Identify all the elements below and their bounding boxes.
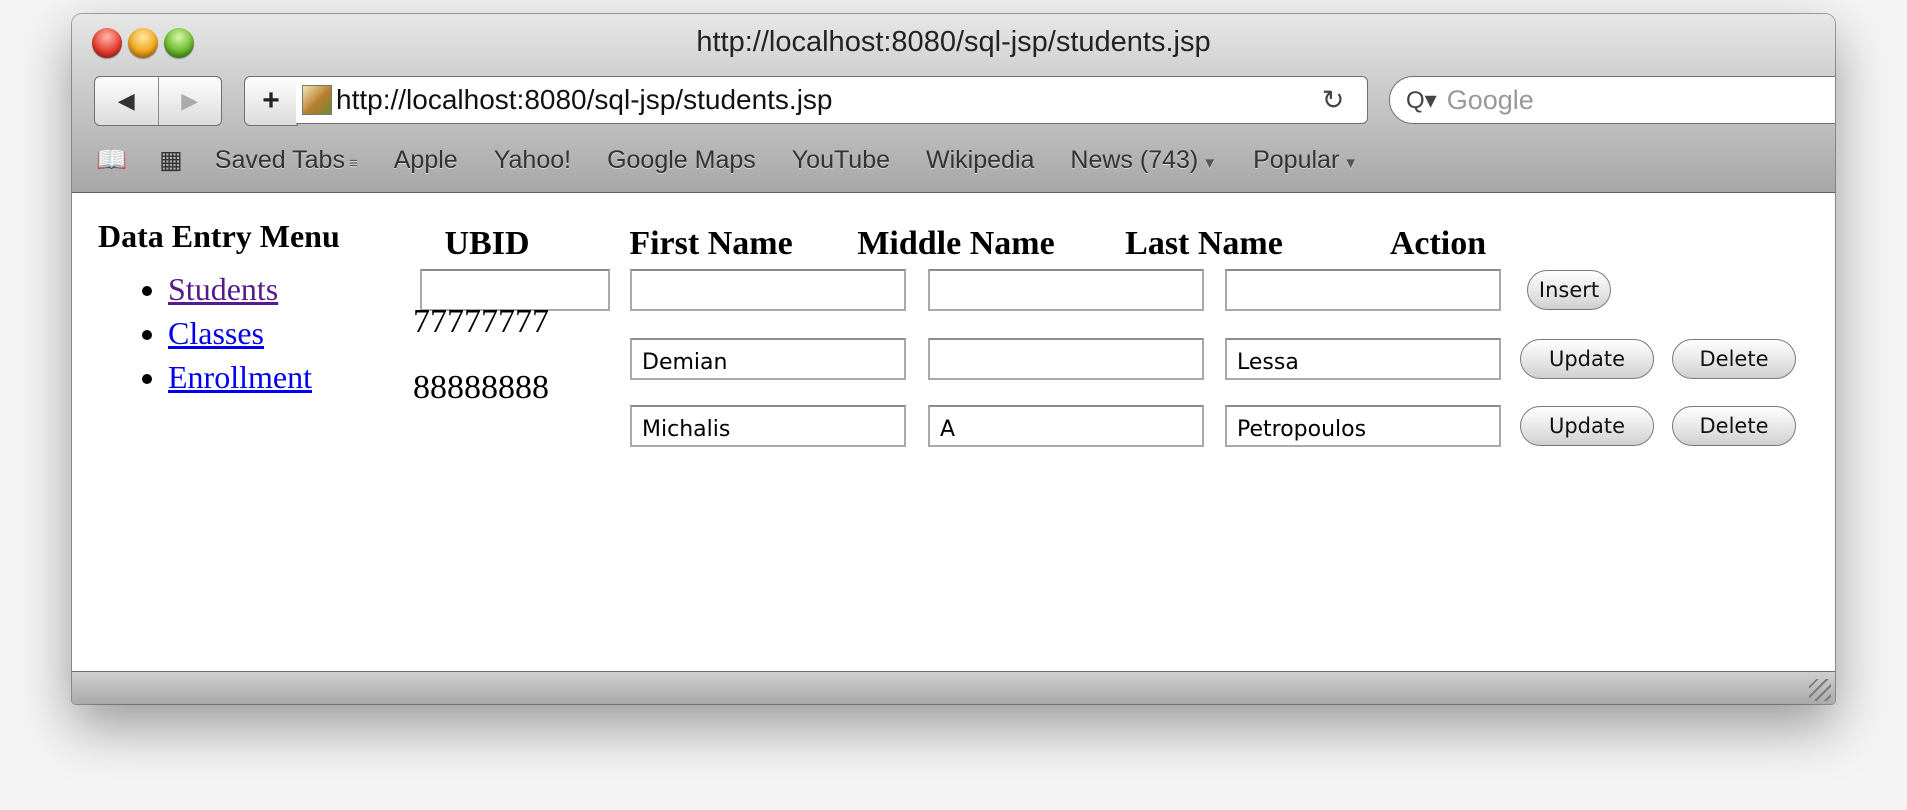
- column-header-last-name: Last Name: [1125, 225, 1283, 262]
- browser-window: http://localhost:8080/sql-jsp/students.j…: [72, 14, 1835, 704]
- resize-grip-icon[interactable]: [1809, 679, 1831, 701]
- address-bar[interactable]: http://localhost:8080/sql-jsp/students.j…: [296, 76, 1368, 124]
- menu-link-students[interactable]: Students: [168, 271, 278, 307]
- bookmark-label: Saved Tabs: [214, 145, 345, 174]
- back-arrow-icon: ◀: [117, 88, 135, 113]
- bookmark-youtube[interactable]: YouTube: [792, 146, 890, 175]
- column-header-ubid: UBID: [444, 225, 530, 262]
- site-favicon-icon: [302, 85, 332, 115]
- list-item: Enrollment: [168, 355, 312, 399]
- last-name-field[interactable]: [1225, 338, 1501, 380]
- page-content: Data Entry Menu Students Classes Enrollm…: [72, 193, 1835, 671]
- search-icon[interactable]: Q▾: [1406, 86, 1437, 115]
- window-title: http://localhost:8080/sql-jsp/students.j…: [696, 26, 1211, 58]
- top-sites-grid-icon[interactable]: ▦: [159, 145, 183, 175]
- bookmark-label: News (743): [1070, 145, 1199, 174]
- update-button[interactable]: Update: [1520, 406, 1654, 446]
- menu-link-enrollment[interactable]: Enrollment: [168, 359, 312, 395]
- ubid-cell: 77777777: [413, 303, 549, 340]
- update-button[interactable]: Update: [1520, 339, 1654, 379]
- delete-button[interactable]: Delete: [1672, 406, 1796, 446]
- reload-icon[interactable]: ↻: [1313, 85, 1353, 116]
- new-last-name-field[interactable]: [1225, 269, 1501, 311]
- status-bar: [72, 671, 1835, 704]
- folder-icon: ≡: [348, 154, 358, 172]
- forward-button[interactable]: ▶: [157, 77, 222, 125]
- address-bar-url[interactable]: http://localhost:8080/sql-jsp/students.j…: [336, 84, 1313, 116]
- bookmark-news[interactable]: News (743) ▼: [1070, 146, 1217, 175]
- insert-button[interactable]: Insert: [1527, 270, 1611, 310]
- list-item: Classes: [168, 311, 312, 355]
- bookmarks-bar: 📖 ▦ Saved Tabs ≡ Apple Yahoo! Google Maps…: [96, 142, 1394, 178]
- menu-link-classes[interactable]: Classes: [168, 315, 264, 351]
- ubid-cell: 88888888: [413, 369, 549, 406]
- bookmarks-book-icon[interactable]: 📖: [96, 146, 127, 175]
- delete-button[interactable]: Delete: [1672, 339, 1796, 379]
- column-header-action: Action: [1389, 225, 1487, 262]
- list-item: Students: [168, 267, 312, 311]
- first-name-field[interactable]: [630, 405, 906, 447]
- plus-icon: +: [262, 84, 280, 117]
- last-name-field[interactable]: [1225, 405, 1501, 447]
- bookmark-google-maps[interactable]: Google Maps: [607, 146, 756, 175]
- chevron-down-icon: ▼: [1202, 154, 1218, 172]
- middle-name-field[interactable]: [928, 405, 1204, 447]
- search-box[interactable]: Q▾: [1389, 76, 1835, 124]
- column-header-middle-name: Middle Name: [857, 225, 1055, 262]
- first-name-field[interactable]: [630, 338, 906, 380]
- new-middle-name-field[interactable]: [928, 269, 1204, 311]
- forward-arrow-icon: ▶: [181, 88, 199, 113]
- back-button[interactable]: ◀: [95, 77, 158, 125]
- column-header-first-name: First Name: [629, 225, 793, 262]
- menu-list: Students Classes Enrollment: [126, 267, 312, 399]
- middle-name-field[interactable]: [928, 338, 1204, 380]
- bookmark-wikipedia[interactable]: Wikipedia: [926, 146, 1034, 175]
- navigation-buttons: ◀ ▶: [94, 76, 222, 126]
- menu-title: Data Entry Menu: [98, 218, 340, 254]
- chevron-down-icon: ▼: [1343, 154, 1359, 172]
- bookmark-yahoo[interactable]: Yahoo!: [494, 146, 571, 175]
- search-input[interactable]: [1444, 83, 1829, 117]
- add-bookmark-button[interactable]: +: [244, 76, 298, 126]
- new-first-name-field[interactable]: [630, 269, 906, 311]
- bookmark-label: Popular: [1253, 145, 1340, 174]
- bookmark-popular[interactable]: Popular ▼: [1253, 146, 1358, 175]
- bookmark-saved-tabs[interactable]: Saved Tabs ≡: [215, 146, 358, 175]
- bookmark-apple[interactable]: Apple: [394, 146, 458, 175]
- browser-toolbar: http://localhost:8080/sql-jsp/students.j…: [72, 14, 1835, 193]
